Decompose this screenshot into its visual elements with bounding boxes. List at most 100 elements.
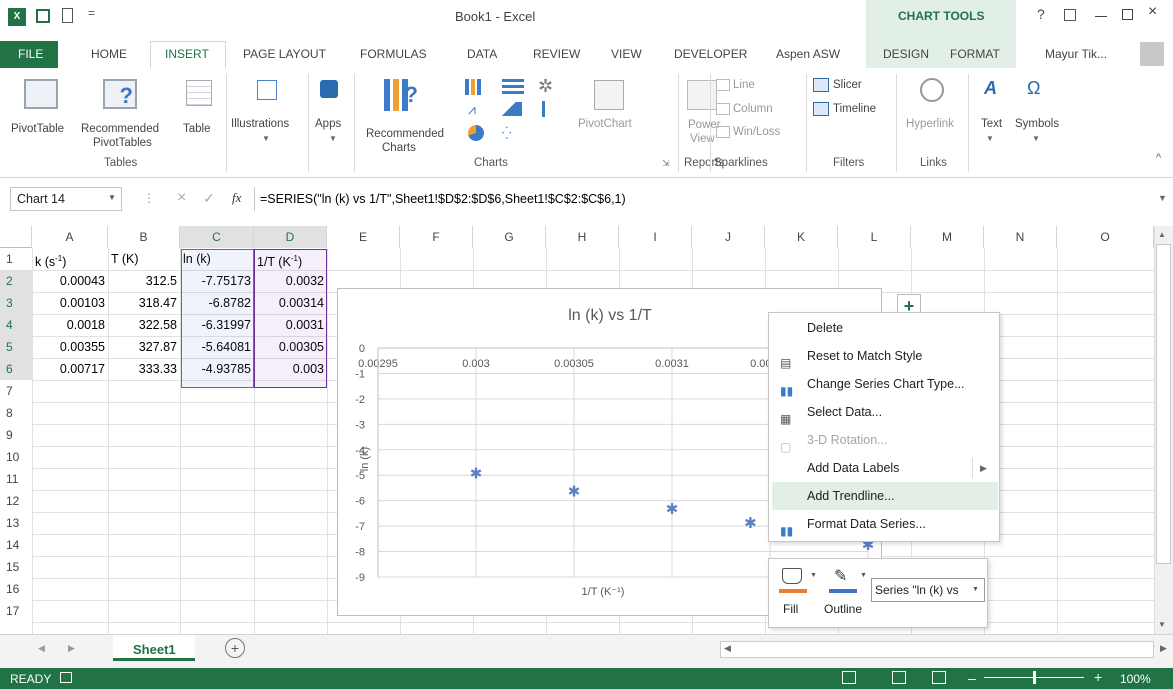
recommended-pivot-icon[interactable]: ?	[103, 79, 137, 109]
macro-record-icon[interactable]	[60, 672, 72, 683]
save-icon[interactable]	[36, 9, 50, 23]
cell-a5[interactable]: 0.00355	[32, 336, 108, 358]
illustrations-icon[interactable]	[257, 80, 277, 100]
row-header-17[interactable]: 17	[0, 600, 32, 622]
illustrations-dropdown-icon[interactable]: ▼	[262, 134, 270, 143]
row-header-1[interactable]: 1	[0, 248, 32, 270]
row-header-11[interactable]: 11	[0, 468, 32, 490]
column-header-o[interactable]: O	[1057, 226, 1154, 248]
cell-a1[interactable]: k (s-1)	[32, 248, 108, 270]
sparkline-column-icon[interactable]	[716, 103, 730, 115]
row-header-12[interactable]: 12	[0, 490, 32, 512]
illustrations-label[interactable]: Illustrations	[231, 117, 289, 131]
pivot-chart-label[interactable]: PivotChart	[578, 117, 632, 131]
scroll-down-icon[interactable]: ▼	[1158, 620, 1166, 629]
zoom-out-icon[interactable]: –	[968, 670, 976, 686]
context-change-series-type[interactable]: ▮▮ Change Series Chart Type...	[772, 370, 998, 398]
user-avatar[interactable]	[1140, 42, 1164, 66]
help-icon[interactable]: ?	[1037, 6, 1045, 22]
symbols-label[interactable]: Symbols	[1015, 117, 1059, 131]
pivot-table-label[interactable]: PivotTable	[11, 122, 64, 136]
tab-page-layout[interactable]: PAGE LAYOUT	[243, 47, 326, 61]
row-header-14[interactable]: 14	[0, 534, 32, 556]
formula-input[interactable]: =SERIES("ln (k) vs 1/T",Sheet1!$D$2:$D$6…	[260, 192, 626, 206]
symbols-dropdown-icon[interactable]: ▼	[1032, 134, 1040, 143]
column-header-m[interactable]: M	[911, 226, 984, 248]
tab-file[interactable]: FILE	[18, 47, 43, 61]
row-header-4[interactable]: 4	[0, 314, 32, 336]
cancel-formula-icon[interactable]: ×	[177, 189, 186, 207]
column-header-j[interactable]: J	[692, 226, 765, 248]
context-reset-style[interactable]: ▤ Reset to Match Style	[772, 342, 998, 370]
context-select-data[interactable]: ▦ Select Data...	[772, 398, 998, 426]
apps-icon[interactable]	[320, 80, 338, 98]
cell-a3[interactable]: 0.00103	[32, 292, 108, 314]
row-header-2[interactable]: 2	[0, 270, 32, 292]
column-header-a[interactable]: A	[32, 226, 108, 248]
column-header-l[interactable]: L	[838, 226, 911, 248]
power-view-label-2[interactable]: View	[690, 132, 715, 146]
column-header-n[interactable]: N	[984, 226, 1057, 248]
row-header-8[interactable]: 8	[0, 402, 32, 424]
recommended-pivot-label-2[interactable]: PivotTables	[93, 136, 152, 150]
collapse-ribbon-icon[interactable]: ^	[1156, 152, 1161, 164]
new-file-icon[interactable]	[62, 8, 73, 23]
text-icon[interactable]: A	[984, 78, 997, 99]
text-dropdown-icon[interactable]: ▼	[986, 134, 994, 143]
cell-b5[interactable]: 327.87	[108, 336, 180, 358]
cell-b2[interactable]: 312.5	[108, 270, 180, 292]
sheet-nav-prev-icon[interactable]: ◀	[38, 643, 45, 654]
hyperlink-label[interactable]: Hyperlink	[906, 117, 954, 131]
tab-review[interactable]: REVIEW	[533, 47, 580, 61]
qat-dropdown-icon[interactable]: =	[88, 6, 95, 20]
column-header-c[interactable]: C	[180, 226, 254, 248]
stock-chart-icon[interactable]	[542, 101, 560, 117]
cell-b4[interactable]: 322.58	[108, 314, 180, 336]
row-header-13[interactable]: 13	[0, 512, 32, 534]
text-label[interactable]: Text	[981, 117, 1002, 131]
charts-launcher-icon[interactable]: ⇲	[662, 158, 670, 169]
row-header-7[interactable]: 7	[0, 380, 32, 402]
recommended-pivot-label[interactable]: Recommended	[81, 122, 159, 136]
tab-aspen-asw[interactable]: Aspen ASW	[776, 47, 840, 61]
sparkline-column-label[interactable]: Column	[733, 102, 773, 116]
minimize-icon[interactable]	[1095, 16, 1107, 17]
sparkline-winloss-label[interactable]: Win/Loss	[733, 125, 780, 139]
new-sheet-icon[interactable]: +	[225, 638, 245, 658]
fill-label[interactable]: Fill	[783, 602, 798, 616]
tab-home[interactable]: HOME	[91, 47, 127, 61]
expand-formula-icon[interactable]: ▼	[1158, 193, 1167, 203]
radar-chart-icon[interactable]: ✲	[538, 76, 553, 97]
series-select-chevron-icon[interactable]: ▼	[972, 586, 979, 593]
normal-view-icon[interactable]	[842, 671, 856, 684]
tab-developer[interactable]: DEVELOPER	[674, 47, 747, 61]
tab-format[interactable]: FORMAT	[950, 47, 1000, 61]
vertical-scroll-thumb[interactable]	[1156, 244, 1171, 564]
column-header-i[interactable]: I	[619, 226, 692, 248]
sparkline-winloss-icon[interactable]	[716, 126, 730, 138]
cell-a6[interactable]: 0.00717	[32, 358, 108, 380]
recommended-charts-label-2[interactable]: Charts	[382, 141, 416, 155]
apps-label[interactable]: Apps	[315, 117, 341, 131]
column-header-h[interactable]: H	[546, 226, 619, 248]
slicer-icon[interactable]	[813, 78, 829, 92]
column-header-e[interactable]: E	[327, 226, 400, 248]
column-header-g[interactable]: G	[473, 226, 546, 248]
zoom-slider-thumb[interactable]	[1033, 671, 1036, 684]
sparkline-line-icon[interactable]	[716, 79, 730, 91]
column-chart-icon[interactable]	[465, 79, 487, 95]
cell-b1[interactable]: T (K)	[108, 248, 180, 270]
tab-insert[interactable]: INSERT	[165, 47, 209, 61]
sheet-nav-next-icon[interactable]: ▶	[68, 643, 75, 654]
context-add-data-labels[interactable]: Add Data Labels ▶	[772, 454, 998, 482]
tab-formulas[interactable]: FORMULAS	[360, 47, 427, 61]
table-label[interactable]: Table	[183, 122, 211, 136]
cell-b6[interactable]: 333.33	[108, 358, 180, 380]
column-header-k[interactable]: K	[765, 226, 838, 248]
row-header-10[interactable]: 10	[0, 446, 32, 468]
row-header-3[interactable]: 3	[0, 292, 32, 314]
fill-bucket-icon[interactable]	[782, 568, 802, 584]
row-header-16[interactable]: 16	[0, 578, 32, 600]
fill-dropdown-icon[interactable]: ▼	[810, 572, 817, 579]
column-header-f[interactable]: F	[400, 226, 473, 248]
